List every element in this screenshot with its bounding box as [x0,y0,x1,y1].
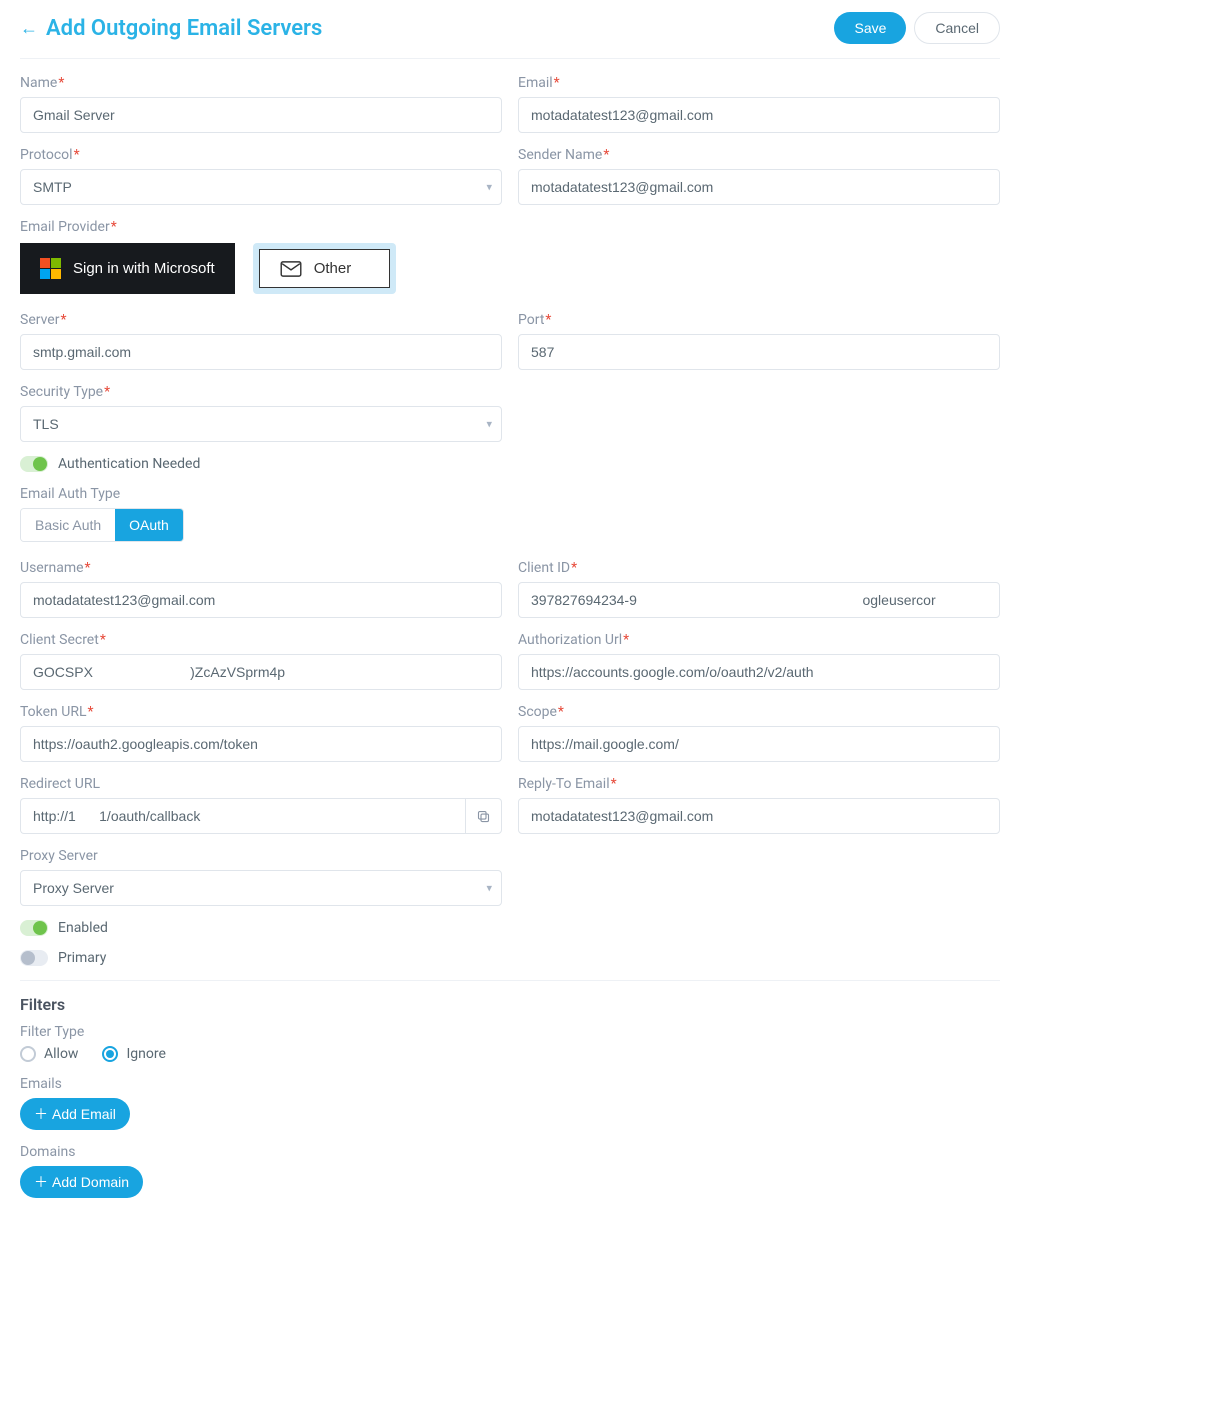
microsoft-logo-icon [40,258,61,279]
enabled-toggle[interactable] [20,920,48,936]
sign-in-microsoft-button[interactable]: Sign in with Microsoft [20,243,235,294]
auth-needed-label: Authentication Needed [58,456,200,472]
other-button-label: Other [314,260,352,277]
add-email-label: Add Email [52,1106,116,1122]
authorization-url-label: Authorization Url* [518,632,1000,648]
token-url-input[interactable] [20,726,502,762]
ignore-label: Ignore [126,1046,165,1062]
email-input[interactable] [518,97,1000,133]
auth-type-oauth-button[interactable]: OAuth [115,509,183,541]
add-email-button[interactable]: ＋Add Email [20,1098,130,1130]
username-label: Username* [20,560,502,576]
page-header: ← Add Outgoing Email Servers Save Cancel [20,8,1000,59]
email-provider-label: Email Provider* [20,219,1000,235]
domains-label: Domains [20,1144,1000,1160]
enabled-label: Enabled [58,920,108,936]
security-type-label: Security Type* [20,384,502,400]
server-label: Server* [20,312,502,328]
redirect-url-input[interactable] [20,798,465,834]
cancel-button[interactable]: Cancel [914,12,1000,44]
add-domain-button[interactable]: ＋Add Domain [20,1166,143,1198]
plus-icon: ＋ [34,1104,48,1124]
allow-label: Allow [44,1046,78,1062]
protocol-label: Protocol* [20,147,502,163]
token-url-label: Token URL* [20,704,502,720]
port-label: Port* [518,312,1000,328]
email-auth-type-label: Email Auth Type [20,486,1000,502]
copy-icon [476,809,491,824]
reply-to-email-input[interactable] [518,798,1000,834]
mail-icon [280,261,302,277]
client-secret-label: Client Secret* [20,632,502,648]
filter-ignore-radio[interactable]: Ignore [102,1046,165,1062]
reply-to-email-label: Reply-To Email* [518,776,1000,792]
server-input[interactable] [20,334,502,370]
authorization-url-input[interactable] [518,654,1000,690]
client-secret-input[interactable] [20,654,502,690]
sender-name-input[interactable] [518,169,1000,205]
add-domain-label: Add Domain [52,1174,129,1190]
protocol-select[interactable] [20,169,502,205]
back-arrow-icon[interactable]: ← [20,18,38,39]
scope-label: Scope* [518,704,1000,720]
radio-icon [20,1046,36,1062]
client-id-label: Client ID* [518,560,1000,576]
save-button[interactable]: Save [834,12,906,44]
filter-type-label: Filter Type [20,1024,1000,1040]
username-input[interactable] [20,582,502,618]
primary-toggle[interactable] [20,950,48,966]
security-type-select[interactable] [20,406,502,442]
sender-name-label: Sender Name* [518,147,1000,163]
emails-label: Emails [20,1076,1000,1092]
radio-icon [102,1046,118,1062]
provider-other-button[interactable]: Other [259,249,391,288]
client-id-input[interactable] [518,582,1000,618]
proxy-server-label: Proxy Server [20,848,502,864]
name-label: Name* [20,75,502,91]
filter-allow-radio[interactable]: Allow [20,1046,78,1062]
email-label: Email* [518,75,1000,91]
scope-input[interactable] [518,726,1000,762]
page-title: Add Outgoing Email Servers [46,16,322,41]
redirect-url-label: Redirect URL [20,776,502,792]
copy-redirect-url-button[interactable] [465,798,502,834]
ms-button-label: Sign in with Microsoft [73,260,215,277]
divider [20,980,1000,981]
name-input[interactable] [20,97,502,133]
proxy-server-select[interactable] [20,870,502,906]
auth-type-segment: Basic Auth OAuth [20,508,184,542]
plus-icon: ＋ [34,1172,48,1192]
auth-needed-toggle[interactable] [20,456,48,472]
port-input[interactable] [518,334,1000,370]
filters-heading: Filters [20,995,1000,1014]
auth-type-basic-button[interactable]: Basic Auth [21,509,115,541]
primary-label: Primary [58,950,106,966]
